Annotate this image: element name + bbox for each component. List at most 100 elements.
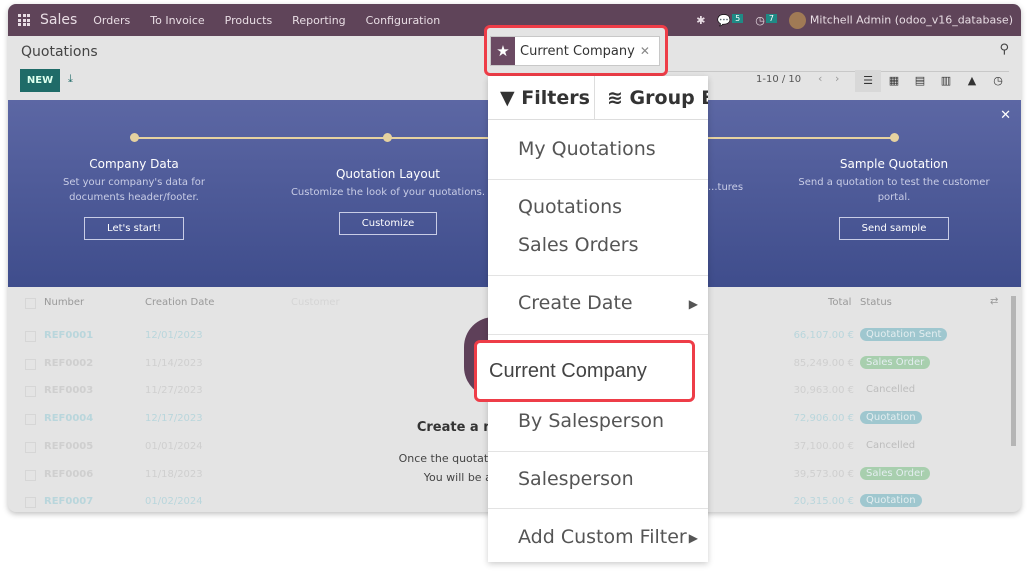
debug-icon[interactable]: ✱ <box>696 14 705 27</box>
step-title: Company Data <box>89 157 179 171</box>
facet-label: Current Company <box>520 43 635 59</box>
kanban-view-icon[interactable]: ▦ <box>881 70 907 92</box>
status-badge: Quotation <box>860 411 922 425</box>
filter-icon: ▼ <box>500 87 515 109</box>
send-sample-button[interactable]: Send sample <box>838 217 950 240</box>
dropdown-tabs: ▼ Filters ≋ Group By <box>488 76 708 120</box>
download-icon[interactable]: ⤓ <box>68 72 73 86</box>
layers-icon: ≋ <box>607 87 623 109</box>
row-checkbox[interactable] <box>25 414 36 426</box>
row-checkbox[interactable] <box>25 441 36 453</box>
step-dot <box>130 133 139 142</box>
activities-badge: 7 <box>765 13 777 23</box>
groupby-salesperson[interactable]: By Salesperson <box>518 410 664 432</box>
cell-date: 12/01/2023 <box>145 330 203 341</box>
col-number[interactable]: Number <box>44 297 84 308</box>
status-badge: Quotation Sent <box>860 328 948 341</box>
status-badge: Sales Order <box>860 355 931 369</box>
col-customer[interactable]: Customer <box>291 297 340 308</box>
filter-salesperson[interactable]: Salesperson <box>518 468 634 490</box>
activities-button[interactable]: ◷ 7 <box>755 13 777 27</box>
search-facet: ★ Current Company ✕ <box>490 36 660 66</box>
menu-to-invoice[interactable]: To Invoice <box>150 14 204 27</box>
menu-configuration[interactable]: Configuration <box>366 14 441 27</box>
user-name: Mitchell Admin (odoo_v16_database) <box>809 13 1013 26</box>
filter-my-quotations[interactable]: My Quotations <box>518 138 656 160</box>
step-partial: ...tures <box>708 180 748 195</box>
list-view-icon[interactable]: ☰ <box>855 70 881 92</box>
messages-button[interactable]: 💬 5 <box>717 13 744 27</box>
cell-date: 01/01/2024 <box>145 440 203 452</box>
menu-reporting[interactable]: Reporting <box>292 14 345 27</box>
cell-date: 11/14/2023 <box>145 357 203 369</box>
cell-total: 30,963.00 € <box>793 385 854 397</box>
cell-number: REF0003 <box>44 385 94 397</box>
row-checkbox[interactable] <box>25 358 36 370</box>
step-text: ...tures <box>708 182 744 193</box>
new-button[interactable]: NEW <box>20 69 60 92</box>
cell-total: 72,906.00 € <box>793 413 854 425</box>
cell-total: 37,100.00 € <box>793 440 854 452</box>
row-checkbox[interactable] <box>25 497 36 509</box>
step-title: Quotation Layout <box>335 167 441 181</box>
calendar-view-icon[interactable]: ▤ <box>907 70 933 92</box>
menu-orders[interactable]: Orders <box>93 14 130 27</box>
page-title: Quotations <box>21 44 98 60</box>
step-dot <box>890 133 899 142</box>
cell-date: 01/02/2024 <box>145 496 203 508</box>
apps-menu-icon[interactable] <box>18 14 30 26</box>
star-icon: ★ <box>491 37 515 65</box>
search-facet-highlight: ★ Current Company ✕ <box>484 25 668 76</box>
avatar <box>788 11 806 29</box>
tab-label: Group By <box>629 87 708 109</box>
filter-current-company[interactable]: Current Company <box>474 340 695 402</box>
add-custom-filter[interactable]: Add Custom Filter <box>518 526 687 548</box>
step-sample-quotation: Sample Quotation Send a quotation to tes… <box>784 157 1004 240</box>
status-badge: Quotation <box>860 494 922 508</box>
cell-number: REF0001 <box>44 330 94 341</box>
step-dot <box>383 133 392 142</box>
pivot-view-icon[interactable]: ▥ <box>933 70 959 92</box>
close-icon[interactable]: ✕ <box>1000 108 1011 123</box>
col-creation-date[interactable]: Creation Date <box>145 297 214 308</box>
col-total[interactable]: Total <box>828 297 851 308</box>
search-icon[interactable]: ⚲ <box>999 42 1009 57</box>
cell-number: REF0007 <box>44 496 94 508</box>
step-company-data: Company Data Set your company's data for… <box>24 157 244 240</box>
step-text: Send a quotation to test the customer po… <box>798 177 990 203</box>
cell-date: 11/27/2023 <box>145 385 203 397</box>
cell-number: REF0004 <box>44 413 94 425</box>
app-name[interactable]: Sales <box>40 12 77 28</box>
user-menu[interactable]: Mitchell Admin (odoo_v16_database) <box>788 11 1013 29</box>
optional-columns-icon[interactable]: ⇄ <box>990 296 998 307</box>
cell-date: 11/18/2023 <box>145 468 203 480</box>
pager-prev-icon[interactable]: ‹ <box>818 72 822 85</box>
cell-total: 66,107.00 € <box>793 330 854 341</box>
customize-button[interactable]: Customize <box>338 212 438 235</box>
col-status[interactable]: Status <box>860 297 892 308</box>
step-quotation-layout: Quotation Layout Customize the look of y… <box>278 167 498 235</box>
cell-total: 85,249.00 € <box>793 357 854 369</box>
filter-sales-orders[interactable]: Sales Orders <box>518 234 639 256</box>
cell-total: 20,315.00 € <box>793 496 854 508</box>
filter-create-date[interactable]: Create Date <box>518 292 633 314</box>
pager-value[interactable]: 1-10 / 10 <box>756 74 801 85</box>
graph-view-icon[interactable]: ▲ <box>959 70 985 92</box>
cell-total: 39,573.00 € <box>793 468 854 480</box>
select-all-checkbox[interactable] <box>25 298 36 309</box>
tab-group-by[interactable]: ≋ Group By <box>594 76 708 120</box>
pager-next-icon[interactable]: › <box>835 72 839 85</box>
filter-quotations[interactable]: Quotations <box>518 196 622 218</box>
tab-filters[interactable]: ▼ Filters <box>500 76 590 120</box>
row-checkbox[interactable] <box>25 386 36 398</box>
row-checkbox[interactable] <box>25 469 36 481</box>
lets-start-button[interactable]: Let's start! <box>84 217 184 240</box>
row-checkbox[interactable] <box>25 331 36 342</box>
view-switcher: ☰ ▦ ▤ ▥ ▲ ◷ <box>855 70 1011 92</box>
caret-right-icon: ▶ <box>688 531 698 545</box>
activity-view-icon[interactable]: ◷ <box>985 70 1011 92</box>
scrollbar[interactable] <box>1011 296 1016 446</box>
remove-facet-icon[interactable]: ✕ <box>640 44 650 58</box>
status-badge: Cancelled <box>866 439 916 451</box>
menu-products[interactable]: Products <box>225 14 273 27</box>
